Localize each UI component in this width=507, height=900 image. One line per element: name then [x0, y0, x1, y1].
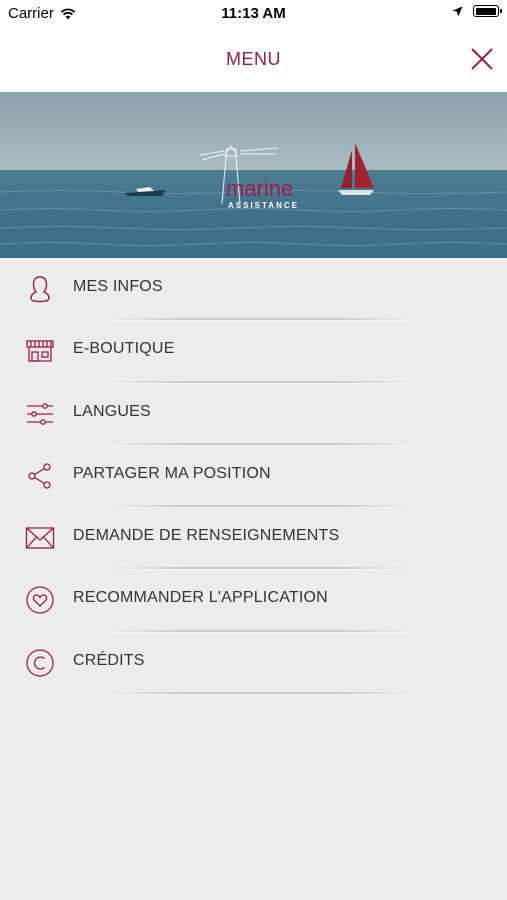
copyright-icon	[26, 649, 54, 677]
menu-item-label: LANGUES	[73, 402, 151, 420]
menu-item-label: MES INFOS	[73, 278, 163, 295]
menu-item-demande-renseignements[interactable]: DEMANDE DE RENSEIGNEMENTS	[0, 507, 507, 570]
menu-list: MES INFOS E-BOUTIQUE LANGUES PARTAGER MA…	[0, 258, 507, 695]
menu-item-credits[interactable]: CRÉDITS	[0, 632, 507, 695]
sea-image: marine ASSISTANCE	[0, 92, 507, 258]
menu-item-e-boutique[interactable]: E-BOUTIQUE	[0, 320, 507, 383]
logo-subtext: ASSISTANCE	[228, 201, 299, 210]
envelope-icon	[25, 527, 55, 549]
page-title: MENU	[226, 49, 281, 69]
menu-item-recommander[interactable]: RECOMMANDER L'APPLICATION	[0, 569, 507, 632]
menu-item-label: DEMANDE DE RENSEIGNEMENTS	[73, 527, 340, 545]
header-banner: marine ASSISTANCE	[0, 92, 507, 258]
menu-item-partager-position[interactable]: PARTAGER MA POSITION	[0, 445, 507, 508]
nav-bar: MENU	[0, 28, 507, 92]
logo-text: marine	[226, 176, 293, 201]
share-icon	[28, 463, 51, 489]
menu-item-langues[interactable]: LANGUES	[0, 383, 507, 445]
status-right	[452, 5, 502, 17]
heart-icon	[26, 586, 54, 615]
location-arrow-icon	[452, 6, 463, 16]
close-icon[interactable]	[469, 46, 495, 72]
status-time: 11:13 AM	[221, 5, 286, 22]
separator	[110, 692, 410, 695]
status-bar: Carrier 11:13 AM	[0, 0, 507, 28]
menu-item-label: CRÉDITS	[73, 651, 145, 669]
menu-item-label: RECOMMANDER L'APPLICATION	[73, 589, 328, 607]
battery-icon	[473, 5, 502, 17]
menu-item-label: PARTAGER MA POSITION	[73, 464, 271, 482]
menu-item-label: E-BOUTIQUE	[73, 340, 175, 358]
user-icon	[30, 276, 50, 303]
shop-icon	[26, 340, 54, 362]
sliders-icon	[27, 402, 53, 425]
menu-item-mes-infos[interactable]: MES INFOS	[0, 258, 507, 321]
